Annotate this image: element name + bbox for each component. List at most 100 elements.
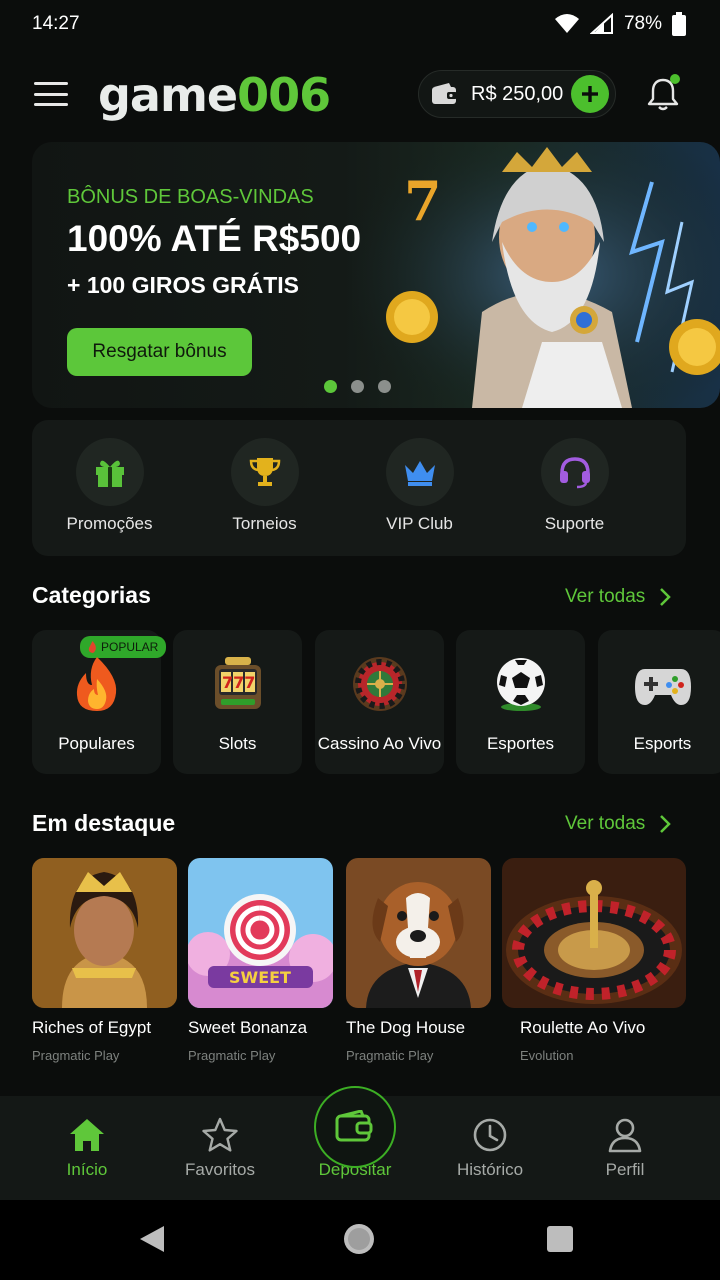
status-icons: 78%: [554, 12, 686, 36]
roulette-wheel-icon: [348, 652, 412, 716]
quick-link-label: Torneios: [232, 514, 297, 533]
category-slots[interactable]: 777 Slots: [173, 630, 302, 774]
nav-label: Início: [66, 1160, 108, 1179]
headset-icon: [540, 438, 609, 506]
category-label: Populares: [58, 734, 135, 753]
category-label: Cassino Ao Vivo: [317, 734, 442, 753]
banner-eyebrow: BÔNUS DE BOAS-VINDAS: [67, 186, 314, 208]
game-thumbnail-the-dog-house[interactable]: [346, 858, 491, 1008]
user-icon: [608, 1118, 642, 1153]
see-all-label: Ver todas: [565, 813, 646, 834]
quick-link-vip-club[interactable]: VIP Club: [342, 420, 497, 556]
game-title: Sweet Bonanza: [188, 1018, 308, 1037]
nav-home[interactable]: Início: [22, 1096, 152, 1200]
slot-machine-icon: 777: [206, 652, 270, 716]
plus-icon: [582, 86, 598, 102]
nav-label: Favoritos: [185, 1160, 255, 1179]
game-thumbnail-roulette-ao-vivo[interactable]: [502, 858, 686, 1008]
zeus-illustration: 7: [352, 142, 720, 408]
menu-icon: [34, 82, 68, 85]
game-thumbnail-riches-of-egypt[interactable]: [32, 858, 177, 1008]
carousel-dot-3[interactable]: [378, 380, 391, 393]
wallet-balance[interactable]: R$ 250,00: [418, 70, 616, 118]
category-populares[interactable]: POPULAR Populares: [32, 630, 167, 774]
logo[interactable]: game006: [98, 68, 331, 122]
game-card[interactable]: The Dog House Pragmatic Play: [346, 858, 491, 1063]
add-funds-button[interactable]: [571, 75, 609, 113]
quick-link-label: VIP Club: [386, 514, 453, 533]
quick-link-tournaments[interactable]: Torneios: [187, 420, 342, 556]
game-thumbnail-sweet-bonanza[interactable]: SWEET: [188, 858, 333, 1008]
quick-links: Promoções Torneios VIP Club Suporte: [32, 420, 686, 556]
nav-favorites[interactable]: Favoritos: [155, 1096, 285, 1200]
star-icon: [202, 1117, 238, 1152]
menu-icon-bar: [34, 103, 68, 106]
quick-link-label: Promoções: [66, 514, 153, 533]
recents-icon[interactable]: [546, 1225, 574, 1253]
chevron-right-icon: [660, 815, 672, 833]
status-time: 14:27: [32, 13, 80, 34]
game-card[interactable]: SWEET Sweet Bonanza Pragmatic Play: [188, 858, 333, 1063]
category-label: Esports: [633, 734, 692, 753]
carousel-dots: [324, 380, 391, 393]
nav-label: Histórico: [456, 1160, 524, 1179]
signal-icon: [589, 13, 613, 34]
game-title: The Dog House: [346, 1018, 466, 1037]
categories-title: Categorias: [32, 582, 151, 608]
featured-games: Riches of Egypt Pragmatic Play SWEET Swe…: [32, 858, 720, 1078]
featured-title: Em destaque: [32, 810, 176, 836]
trophy-icon: [230, 438, 299, 506]
svg-text:777: 777: [222, 673, 255, 692]
nav-label: Perfil: [605, 1160, 645, 1179]
crown-icon: [385, 438, 454, 506]
carousel-dot-2[interactable]: [351, 380, 364, 393]
home-circle-icon[interactable]: [342, 1222, 376, 1256]
categories-row: POPULAR Populares 777 Slots Cassino Ao V…: [32, 630, 720, 774]
carousel-dot-1[interactable]: [324, 380, 337, 393]
clock-icon: [473, 1118, 507, 1152]
soccer-ball-icon: [489, 652, 553, 716]
gift-icon: [75, 438, 144, 506]
game-provider: Evolution: [520, 1048, 574, 1063]
wallet-icon: [335, 1110, 373, 1142]
logo-text-006: 006: [237, 68, 331, 122]
promo-banner[interactable]: 7 BÔNUS DE BOAS-VINDAS 100% ATÉ R$500 + …: [32, 142, 720, 408]
game-title: Riches of Egypt: [32, 1018, 152, 1037]
game-provider: Pragmatic Play: [346, 1048, 434, 1063]
quick-link-support[interactable]: Suporte: [497, 420, 652, 556]
category-label: Esportes: [486, 734, 555, 753]
quick-link-promotions[interactable]: Promoções: [32, 420, 187, 556]
game-card[interactable]: Roulette Ao Vivo Evolution: [502, 858, 686, 1063]
app-header: game006 R$ 250,00: [0, 62, 720, 128]
home-icon: [70, 1119, 104, 1151]
logo-text-game: game: [98, 68, 238, 122]
category-sports[interactable]: Esportes: [456, 630, 585, 774]
menu-button[interactable]: [34, 82, 68, 106]
back-icon[interactable]: [138, 1224, 166, 1254]
claim-bonus-button[interactable]: Resgatar bônus: [67, 328, 252, 376]
balance-amount: R$ 250,00: [471, 82, 564, 105]
nav-profile[interactable]: Perfil: [560, 1096, 690, 1200]
game-card[interactable]: Riches of Egypt Pragmatic Play: [32, 858, 177, 1063]
nav-history[interactable]: Histórico: [425, 1096, 555, 1200]
gamepad-icon: [631, 652, 695, 716]
deposit-button[interactable]: [314, 1086, 396, 1168]
featured-see-all[interactable]: Ver todas: [565, 813, 672, 835]
notification-dot: [670, 74, 680, 84]
status-bar: 14:27 78%: [0, 0, 720, 48]
game-provider: Pragmatic Play: [32, 1048, 120, 1063]
battery-icon: [672, 12, 686, 36]
categories-see-all[interactable]: Ver todas: [565, 586, 672, 608]
wifi-icon: [554, 14, 579, 33]
svg-text:SWEET: SWEET: [229, 968, 291, 987]
see-all-label: Ver todas: [565, 586, 646, 607]
category-label: Slots: [218, 734, 257, 753]
chevron-right-icon: [660, 588, 672, 606]
game-provider: Pragmatic Play: [188, 1048, 276, 1063]
notifications-button[interactable]: [646, 74, 680, 112]
category-esports[interactable]: Esports: [598, 630, 720, 774]
fire-icon: [65, 652, 129, 716]
category-live-casino[interactable]: Cassino Ao Vivo: [315, 630, 444, 774]
battery-level: 78%: [623, 13, 662, 34]
svg-text:7: 7: [404, 169, 442, 233]
